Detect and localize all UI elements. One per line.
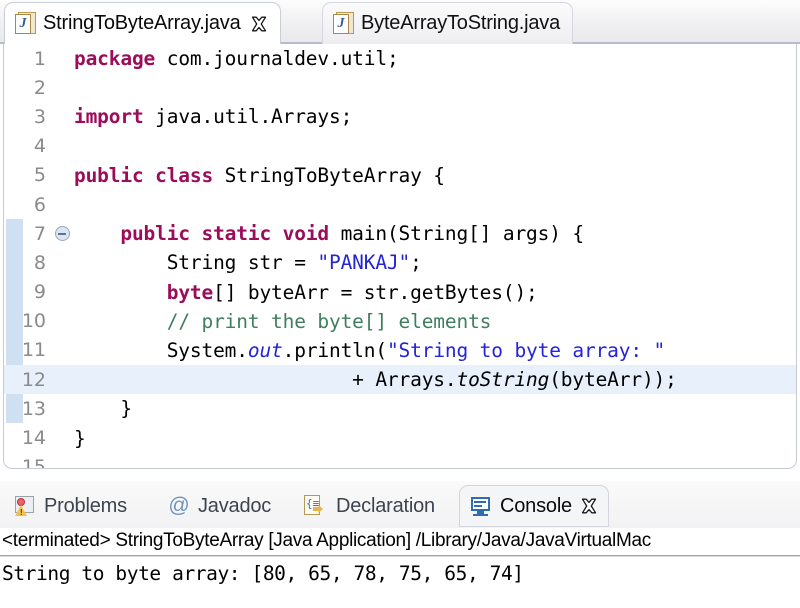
- tab-problems[interactable]: ! Problems: [4, 485, 137, 527]
- line-number: 6: [4, 194, 50, 216]
- code-text: }: [74, 397, 796, 420]
- line-number: 3: [4, 106, 50, 128]
- code-line[interactable]: 7 public static void main(String[] args)…: [4, 219, 796, 248]
- declaration-icon: {≡: [304, 495, 328, 517]
- code-line[interactable]: 4: [4, 132, 796, 161]
- code-line[interactable]: 11 System.out.println("String to byte ar…: [4, 336, 796, 365]
- code-text: }: [74, 427, 796, 450]
- console-monitor-icon: [470, 495, 492, 517]
- line-number: 8: [4, 252, 50, 274]
- code-text: package com.journaldev.util;: [74, 47, 796, 70]
- code-line[interactable]: 12 + Arrays.toString(byteArr));: [4, 365, 796, 394]
- tab-javadoc[interactable]: @ Javadoc: [158, 485, 281, 527]
- fold-collapse-icon[interactable]: [55, 226, 70, 241]
- code-text: import java.util.Arrays;: [74, 105, 796, 128]
- editor-tab-stringtobytearray[interactable]: J StringToByteArray.java: [4, 2, 281, 44]
- line-number: 11: [4, 339, 50, 361]
- java-file-icon: J: [333, 12, 352, 35]
- code-line[interactable]: 14}: [4, 423, 796, 452]
- editor-tab-bytearraytostring[interactable]: J ByteArrayToString.java: [322, 2, 573, 44]
- code-text: System.out.println("String to byte array…: [74, 339, 796, 362]
- code-text: public class StringToByteArray {: [74, 164, 796, 187]
- code-line[interactable]: 3 import java.util.Arrays;: [4, 102, 796, 131]
- editor-tab-label: StringToByteArray.java: [43, 12, 241, 35]
- code-line[interactable]: 6: [4, 190, 796, 219]
- line-number: 5: [4, 164, 50, 186]
- eclipse-ide-window: J StringToByteArray.java J ByteArrayToSt…: [0, 0, 800, 608]
- problems-icon: !: [14, 495, 36, 517]
- line-number: 10: [4, 310, 50, 332]
- code-line[interactable]: 15: [4, 453, 796, 469]
- tab-declaration[interactable]: {≡ Declaration: [294, 485, 445, 527]
- close-icon[interactable]: [250, 15, 268, 33]
- code-line[interactable]: 9 byte[] byteArr = str.getBytes();: [4, 278, 796, 307]
- console-output-text: String to byte array: [80, 65, 78, 75, 6…: [0, 557, 800, 585]
- line-number: 15: [4, 456, 50, 469]
- editor-tab-bar: J StringToByteArray.java J ByteArrayToSt…: [0, 0, 800, 44]
- line-number: 7: [4, 223, 50, 245]
- line-number: 4: [4, 135, 50, 157]
- close-icon[interactable]: [580, 497, 598, 515]
- javadoc-at-icon: @: [168, 495, 190, 517]
- tab-javadoc-label: Javadoc: [198, 495, 271, 518]
- tab-console[interactable]: Console: [459, 485, 609, 527]
- code-line[interactable]: 2: [4, 73, 796, 102]
- code-text: + Arrays.toString(byteArr));: [74, 368, 796, 391]
- line-number: 13: [4, 398, 50, 420]
- tab-console-label: Console: [500, 495, 572, 518]
- code-text: String str = "PANKAJ";: [74, 251, 796, 274]
- code-line[interactable]: 10 // print the byte[] elements: [4, 307, 796, 336]
- code-area[interactable]: 1 package com.journaldev.util; 2 3 import ja…: [4, 44, 796, 468]
- code-text: public static void main(String[] args) {: [74, 222, 796, 245]
- console-panel[interactable]: <terminated> StringToByteArray [Java App…: [0, 528, 800, 608]
- line-number: 2: [4, 77, 50, 99]
- fold-column: [50, 226, 74, 241]
- code-line[interactable]: 8 String str = "PANKAJ";: [4, 248, 796, 277]
- code-line[interactable]: 5 public class StringToByteArray {: [4, 161, 796, 190]
- tab-declaration-label: Declaration: [336, 495, 435, 518]
- editor-tab-label: ByteArrayToString.java: [361, 12, 560, 35]
- code-line[interactable]: 13 }: [4, 394, 796, 423]
- code-line[interactable]: 1 package com.journaldev.util;: [4, 44, 796, 73]
- code-editor[interactable]: 1 package com.journaldev.util; 2 3 import ja…: [3, 44, 797, 469]
- java-file-icon: J: [15, 12, 34, 35]
- code-text: // print the byte[] elements: [74, 310, 796, 333]
- line-number: 12: [4, 369, 50, 391]
- line-number: 14: [4, 427, 50, 449]
- console-launch-header: <terminated> StringToByteArray [Java App…: [0, 528, 800, 555]
- code-line-list: 1 package com.journaldev.util; 2 3 import ja…: [4, 44, 796, 469]
- bottom-view-tab-bar: ! Problems @ Javadoc {≡ Declaration Cons…: [0, 481, 800, 528]
- line-number: 1: [4, 48, 50, 70]
- code-text: byte[] byteArr = str.getBytes();: [74, 281, 796, 304]
- tab-problems-label: Problems: [44, 495, 127, 518]
- line-number: 9: [4, 281, 50, 303]
